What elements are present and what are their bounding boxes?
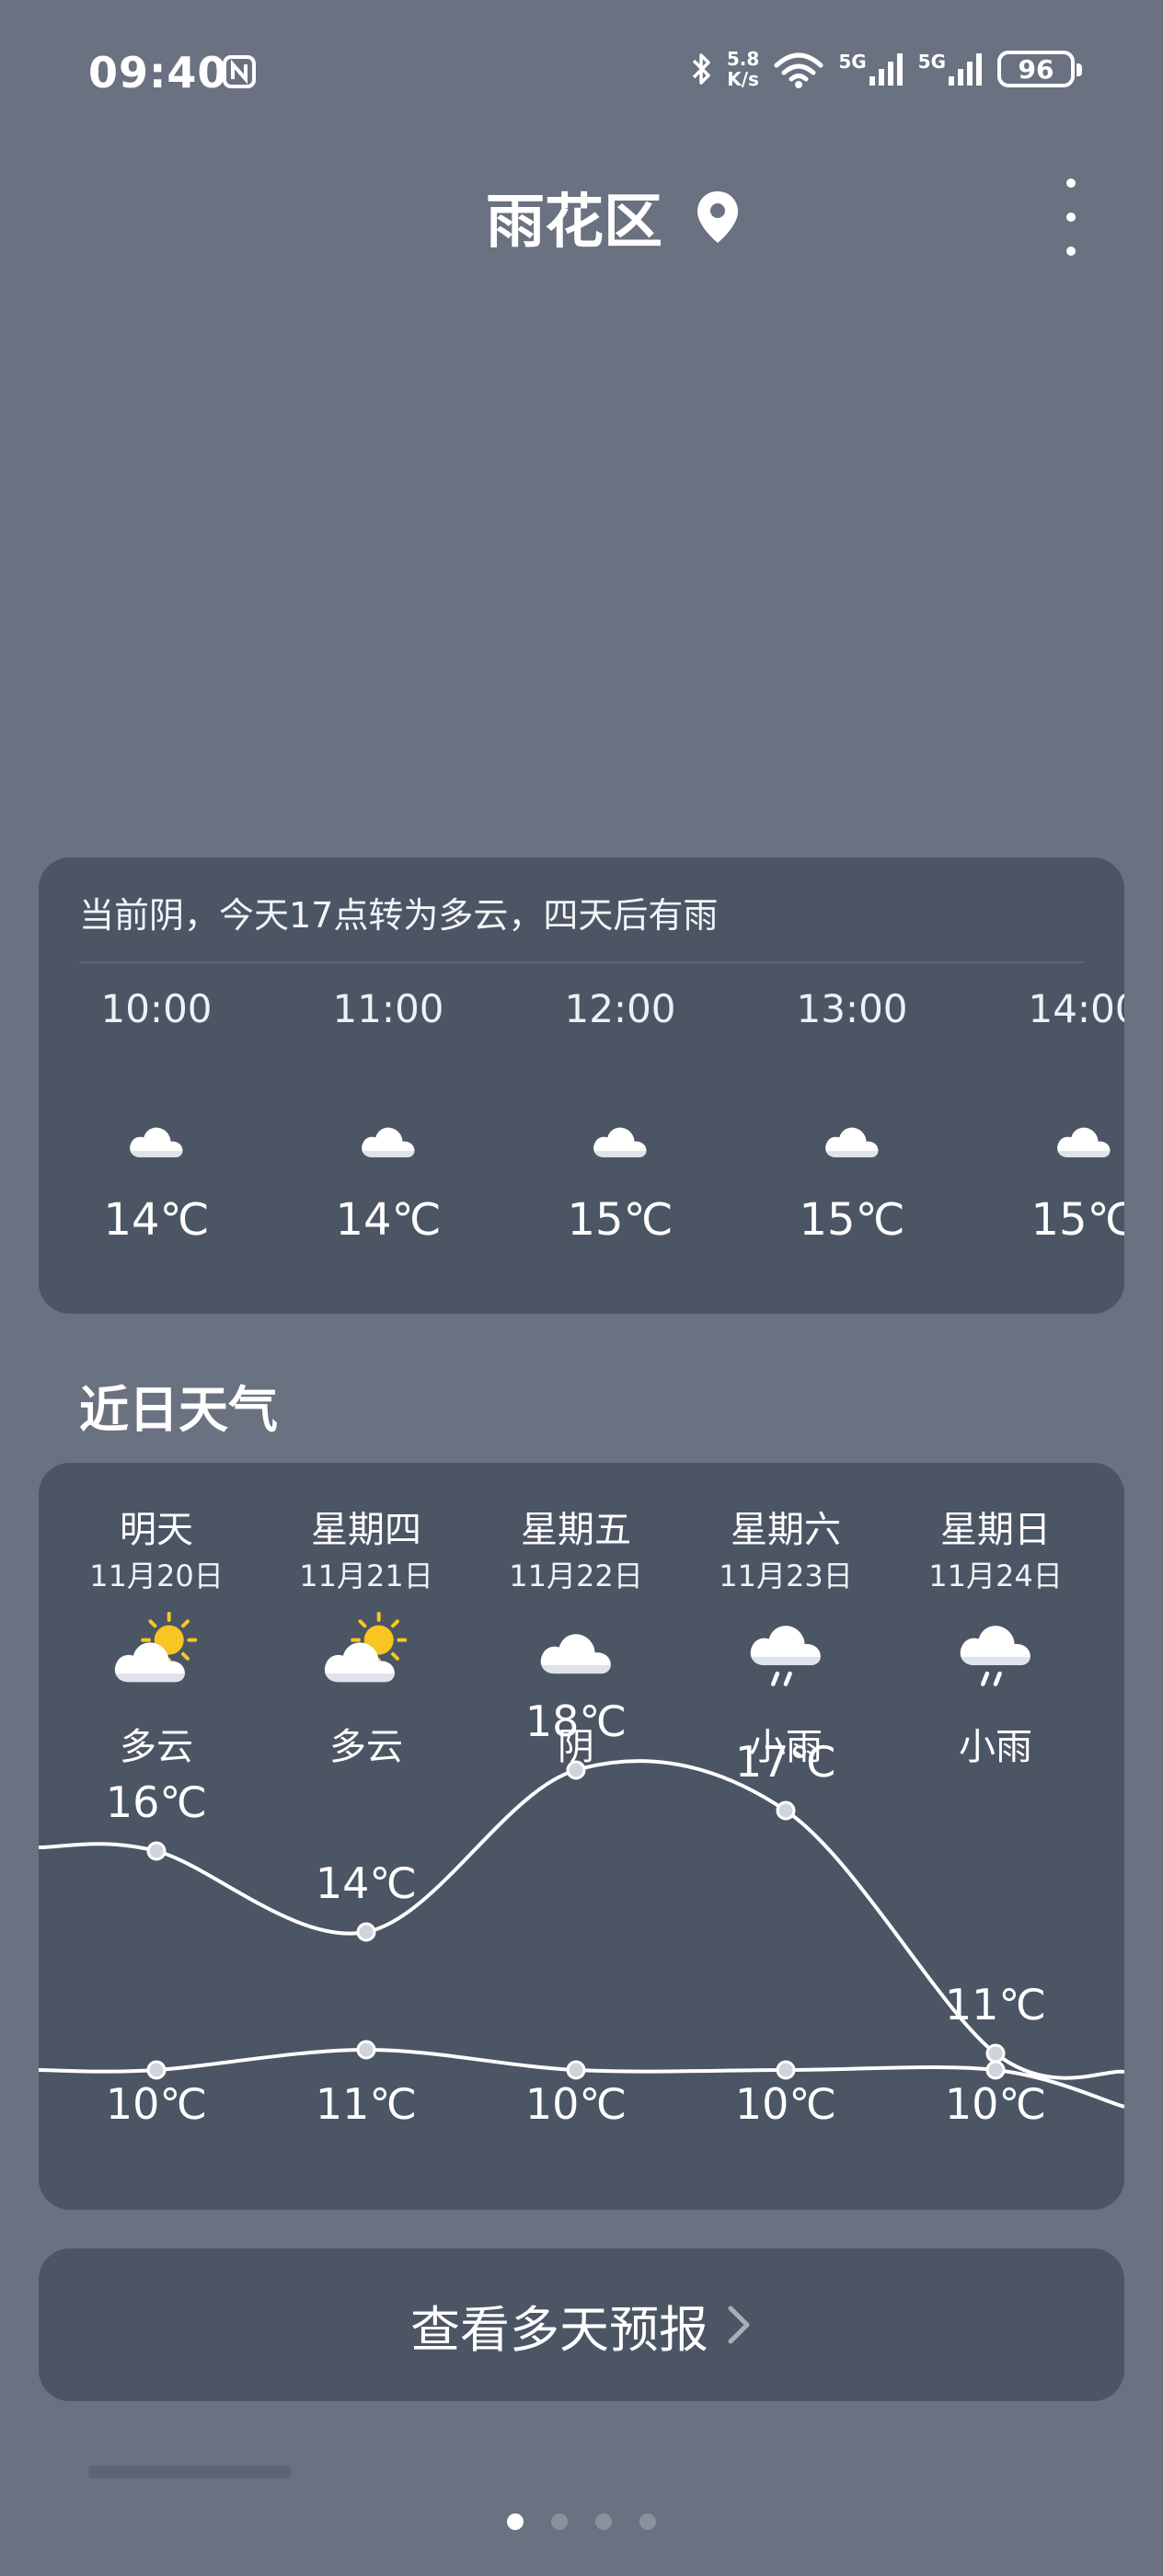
hour-temperature: 15℃ (799, 1194, 905, 1246)
hourly-item: 14:00 15℃ (992, 986, 1124, 1246)
low-temp-label: 10℃ (944, 2079, 1047, 2129)
dot-icon (1066, 247, 1076, 256)
low-temp-label: 10℃ (734, 2079, 837, 2129)
location-title: 雨花区 (486, 189, 662, 257)
location-selector[interactable]: 雨花区 (486, 175, 740, 259)
hour-time: 11:00 (332, 986, 444, 1031)
hour-weather-icon (811, 1111, 893, 1167)
wifi-icon (774, 52, 823, 88)
header: 雨花区 (0, 166, 1163, 267)
dot-icon (1066, 178, 1076, 188)
location-pin-icon (697, 191, 738, 243)
forecast-button-label: 查看多天预报 (410, 2300, 708, 2359)
low-temp-point (776, 2060, 796, 2080)
hour-temperature: 14℃ (103, 1194, 210, 1246)
battery-level: 96 (1018, 53, 1054, 85)
hourly-item: 10:00 14℃ (64, 986, 248, 1246)
cloudy-icon (825, 1127, 879, 1157)
page-dot[interactable] (507, 2513, 524, 2530)
low-temp-point (566, 2060, 586, 2080)
hour-time: 10:00 (100, 986, 213, 1031)
hour-weather-icon (579, 1111, 662, 1167)
low-temp-label: 10℃ (105, 2079, 208, 2129)
battery-icon: 96 (997, 51, 1082, 87)
hour-time: 14:00 (1028, 986, 1124, 1031)
status-time: 09:40 (88, 48, 228, 98)
hourly-forecast-card[interactable]: 当前阴，今天17点转为多云，四天后有雨 10:00 14℃ 11:00 14℃ 12:0… (39, 857, 1124, 1314)
hour-weather-icon (347, 1111, 430, 1167)
sim2-signal: 5G (918, 51, 985, 87)
divider (79, 961, 1084, 963)
low-temp-point (985, 2060, 1006, 2080)
daily-forecast-card[interactable]: 明天 11月20日 多云 星期四 11月21日 多云 星期五 11月22日阴星期六 11月23日… (39, 1463, 1124, 2210)
bluetooth-icon (692, 53, 710, 85)
more-options-button[interactable] (1043, 178, 1099, 256)
low-temp-label: 10℃ (524, 2079, 628, 2129)
hour-temperature: 15℃ (567, 1194, 674, 1246)
page-dot[interactable] (595, 2513, 612, 2530)
high-temp-point (985, 2043, 1006, 2064)
hour-time: 13:00 (796, 986, 908, 1031)
signal-icon (949, 53, 982, 86)
status-icons: 5.8 K/s 5G 5G 96 (690, 46, 1082, 92)
hour-temperature: 14℃ (335, 1194, 442, 1246)
cloudy-icon (130, 1127, 183, 1157)
net-speed: 5.8 K/s (727, 49, 759, 89)
high-temp-point (356, 1922, 376, 1942)
view-multiday-forecast-button[interactable]: 查看多天预报 (39, 2248, 1124, 2401)
high-temp-point (566, 1760, 586, 1780)
page-indicator[interactable] (0, 2513, 1163, 2530)
high-temp-label: 18℃ (524, 1696, 628, 1746)
nfc-icon (223, 55, 256, 88)
hour-temperature: 15℃ (1031, 1194, 1125, 1246)
high-temp-point (776, 1800, 796, 1821)
low-temp-label: 11℃ (315, 2079, 418, 2129)
sim1-signal: 5G (838, 51, 904, 87)
high-temp-label: 11℃ (944, 1980, 1047, 2030)
high-temp-label: 14℃ (315, 1858, 418, 1908)
high-temp-label: 17℃ (734, 1737, 837, 1787)
hour-weather-icon (1042, 1111, 1124, 1167)
high-temp-point (146, 1841, 167, 1861)
hourly-item: 13:00 15℃ (760, 986, 944, 1246)
sim2-label: 5G (917, 51, 946, 73)
low-temp-point (146, 2060, 167, 2080)
hour-weather-icon (115, 1111, 198, 1167)
weather-summary: 当前阴，今天17点转为多云，四天后有雨 (79, 895, 719, 936)
cloudy-icon (1057, 1127, 1111, 1157)
hour-time: 12:00 (564, 986, 676, 1031)
high-temp-label: 16℃ (105, 1777, 208, 1827)
section-title: 近日天气 (79, 1381, 278, 1439)
net-speed-value: 5.8 (726, 48, 760, 70)
signal-icon (869, 53, 903, 86)
next-section-peek (88, 2466, 291, 2478)
dot-icon (1066, 213, 1076, 222)
low-temp-point (356, 2040, 376, 2060)
hourly-item: 11:00 14℃ (296, 986, 480, 1246)
hourly-item: 12:00 15℃ (528, 986, 712, 1246)
net-speed-unit: K/s (727, 68, 759, 90)
page-dot[interactable] (551, 2513, 568, 2530)
cloudy-icon (593, 1127, 647, 1157)
page-dot[interactable] (639, 2513, 656, 2530)
sim1-label: 5G (838, 51, 867, 73)
status-bar: 09:40 5.8 K/s 5G 5G 96 (0, 0, 1163, 147)
chevron-right-icon (728, 2306, 750, 2344)
cloudy-icon (362, 1127, 415, 1157)
